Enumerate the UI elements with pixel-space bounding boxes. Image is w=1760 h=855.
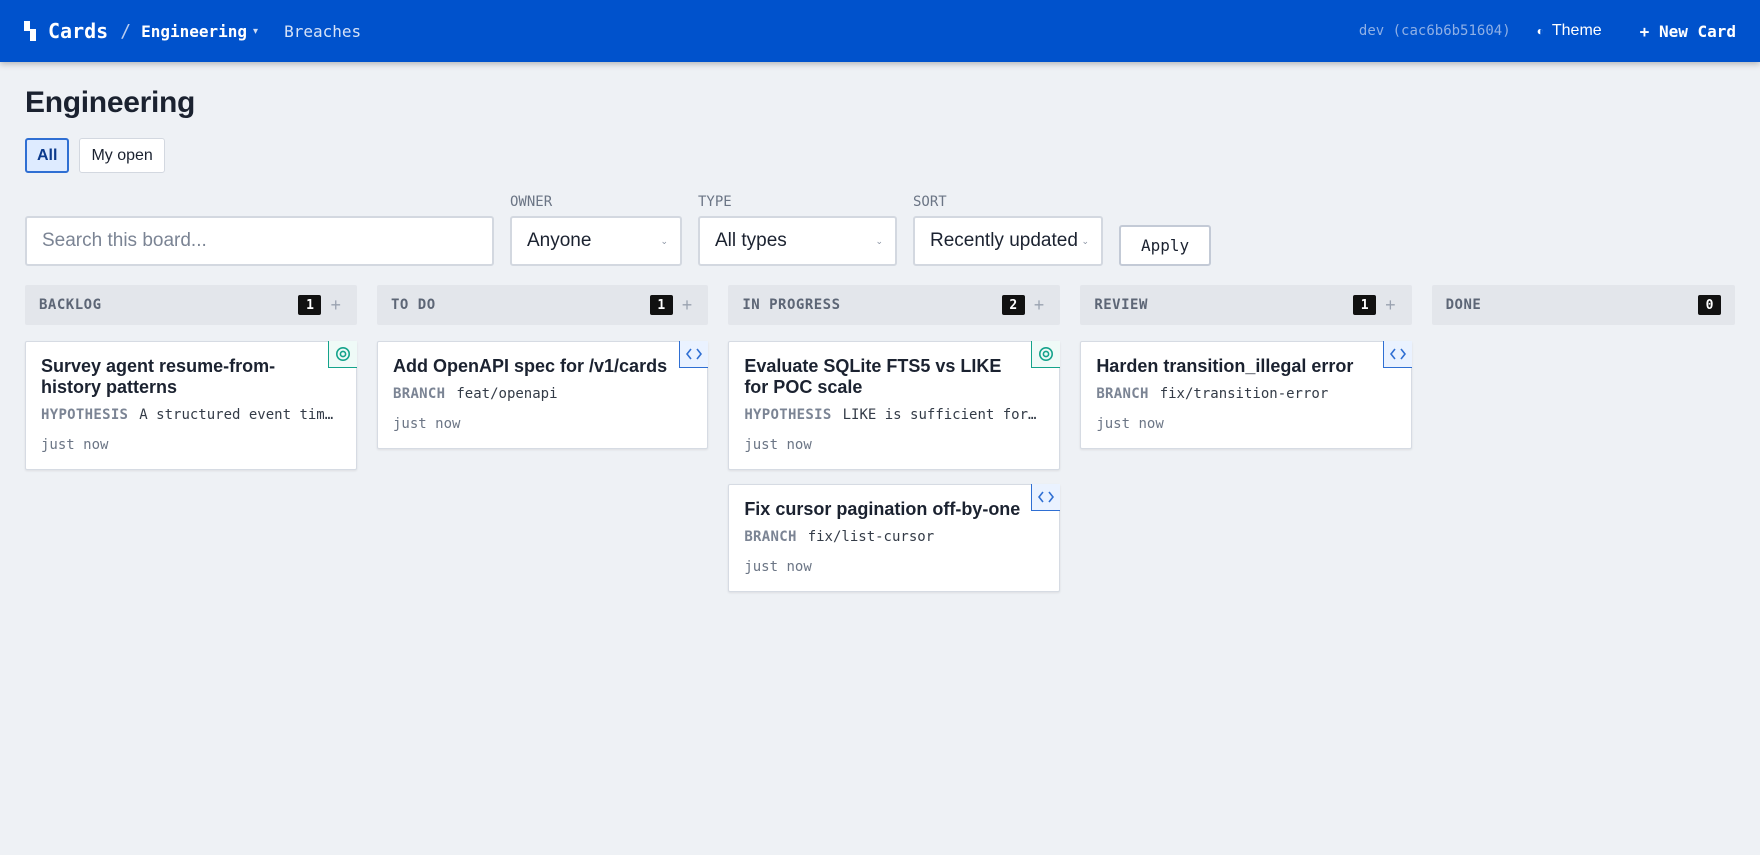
card-timestamp: just now [744, 559, 812, 575]
card[interactable]: Survey agent resume-from-history pattern… [25, 341, 357, 470]
card[interactable]: Evaluate SQLite FTS5 vs LIKE for POC sca… [728, 341, 1061, 470]
column-count-badge: 0 [1698, 295, 1721, 315]
type-select-value: All types [715, 230, 787, 251]
target-icon [328, 341, 357, 368]
column-name: DONE [1445, 297, 1482, 313]
tab-my-open[interactable]: My open [79, 138, 165, 173]
card-meta: BRANCH fix/transition-error [1096, 386, 1395, 402]
card-meta: HYPOTHESIS A structured event timeline i… [41, 407, 341, 423]
meta-key: BRANCH [1096, 386, 1149, 402]
kanban-board: BACKLOG 1 + Survey agent resume-from-his… [25, 285, 1735, 592]
card[interactable]: Add OpenAPI spec for /v1/cards BRANCH fe… [377, 341, 709, 449]
column-count-badge: 2 [1001, 295, 1025, 315]
card[interactable]: Fix cursor pagination off-by-one BRANCH … [728, 484, 1061, 592]
column-in-progress: IN PROGRESS 2 + Evaluate SQLite FTS5 vs … [728, 285, 1061, 592]
view-tabs: All My open [25, 138, 1735, 173]
filter-bar: Search this board... OWNER Anyone ⌄ TYPE… [25, 194, 1735, 266]
chevron-down-icon[interactable]: ▾ [253, 26, 258, 37]
meta-key: HYPOTHESIS [41, 407, 129, 423]
board-page: Engineering All My open Search this boar… [0, 62, 1760, 592]
meta-value: fix/transition-error [1159, 386, 1329, 402]
meta-value: A structured event timeline is enough to… [139, 407, 341, 423]
meta-key: BRANCH [744, 529, 797, 545]
app-name[interactable]: Cards [48, 19, 108, 43]
column-header: BACKLOG 1 + [25, 285, 357, 325]
card-title: Harden transition_illegal error [1096, 356, 1354, 376]
column-to-do: TO DO 1 + Add OpenAPI spec for /v1/cards… [377, 285, 709, 592]
new-card-button[interactable]: + New Card [1640, 22, 1736, 41]
column-name: TO DO [391, 297, 436, 313]
add-card-icon[interactable]: + [682, 295, 693, 316]
meta-value: fix/list-cursor [807, 529, 935, 545]
page-title: Engineering [25, 86, 196, 119]
code-icon [1031, 484, 1061, 511]
card-meta: HYPOTHESIS LIKE is sufficient for POC sc… [744, 407, 1044, 423]
add-card-icon[interactable]: + [1385, 295, 1396, 316]
nav-link-breaches[interactable]: Breaches [284, 22, 361, 41]
sort-select-value: Recently updated [930, 230, 1078, 251]
column-header: DONE 0 [1431, 285, 1735, 325]
card-title: Evaluate SQLite FTS5 vs LIKE for POC sca… [744, 356, 1002, 397]
build-version: dev (cac6b6b51604) [1358, 23, 1511, 39]
top-nav-bar: Cards / Engineering ▾ Breaches dev (cac6… [0, 0, 1760, 62]
card-title: Add OpenAPI spec for /v1/cards [393, 356, 668, 376]
code-icon [1382, 341, 1412, 368]
theme-toggle-button[interactable]: ◐ Theme [1537, 22, 1602, 40]
target-icon [1031, 341, 1061, 368]
column-done: DONE 0 [1431, 285, 1735, 592]
apply-button[interactable]: Apply [1119, 225, 1212, 266]
owner-filter: OWNER Anyone ⌄ [510, 194, 682, 266]
board-switcher[interactable]: Engineering [141, 22, 247, 41]
cards-logo-icon [24, 21, 36, 41]
column-name: IN PROGRESS [742, 297, 841, 313]
sort-filter: SORT Recently updated ⌄ [913, 194, 1103, 266]
card-title: Fix cursor pagination off-by-one [744, 499, 1021, 519]
type-filter: TYPE All types ⌄ [698, 194, 897, 266]
column-count-badge: 1 [649, 295, 673, 315]
card-title: Survey agent resume-from-history pattern… [41, 356, 276, 397]
half-circle-icon: ◐ [1536, 24, 1544, 38]
card-timestamp: just now [41, 437, 109, 453]
breadcrumb-separator: / [120, 20, 132, 42]
card-meta: BRANCH feat/openapi [393, 386, 692, 402]
search-input[interactable]: Search this board... [25, 216, 494, 266]
card-timestamp: just now [1096, 416, 1164, 432]
column-backlog: BACKLOG 1 + Survey agent resume-from-his… [25, 285, 357, 592]
card-timestamp: just now [744, 437, 812, 453]
sort-select[interactable]: Recently updated ⌄ [913, 216, 1103, 266]
add-card-icon[interactable]: + [330, 295, 341, 316]
type-select[interactable]: All types ⌄ [698, 216, 897, 266]
chevron-down-icon: ⌄ [1081, 236, 1089, 246]
chevron-down-icon: ⌄ [660, 236, 668, 246]
tab-all[interactable]: All [25, 138, 70, 173]
owner-filter-label: OWNER [510, 194, 553, 210]
column-name: REVIEW [1094, 297, 1148, 313]
column-header: IN PROGRESS 2 + [728, 285, 1061, 325]
column-count-badge: 1 [1353, 295, 1377, 315]
meta-key: HYPOTHESIS [744, 407, 832, 423]
card-meta: BRANCH fix/list-cursor [744, 529, 1044, 545]
card-timestamp: just now [393, 416, 461, 432]
brand[interactable]: Cards [24, 19, 108, 43]
add-card-icon[interactable]: + [1034, 295, 1045, 316]
column-name: BACKLOG [39, 297, 102, 313]
owner-select-value: Anyone [527, 230, 592, 251]
theme-label: Theme [1551, 22, 1602, 39]
sort-filter-label: SORT [913, 194, 947, 210]
card[interactable]: Harden transition_illegal error BRANCH f… [1080, 341, 1412, 449]
owner-select[interactable]: Anyone ⌄ [510, 216, 682, 266]
column-count-badge: 1 [298, 295, 322, 315]
code-icon [679, 341, 709, 368]
column-review: REVIEW 1 + Harden transition_illegal err… [1080, 285, 1412, 592]
meta-value: LIKE is sufficient for POC scale [842, 407, 1045, 423]
type-filter-label: TYPE [698, 194, 732, 210]
chevron-down-icon: ⌄ [875, 236, 883, 246]
meta-value: feat/openapi [456, 386, 558, 402]
column-header: TO DO 1 + [377, 285, 709, 325]
meta-key: BRANCH [393, 386, 446, 402]
column-header: REVIEW 1 + [1080, 285, 1412, 325]
